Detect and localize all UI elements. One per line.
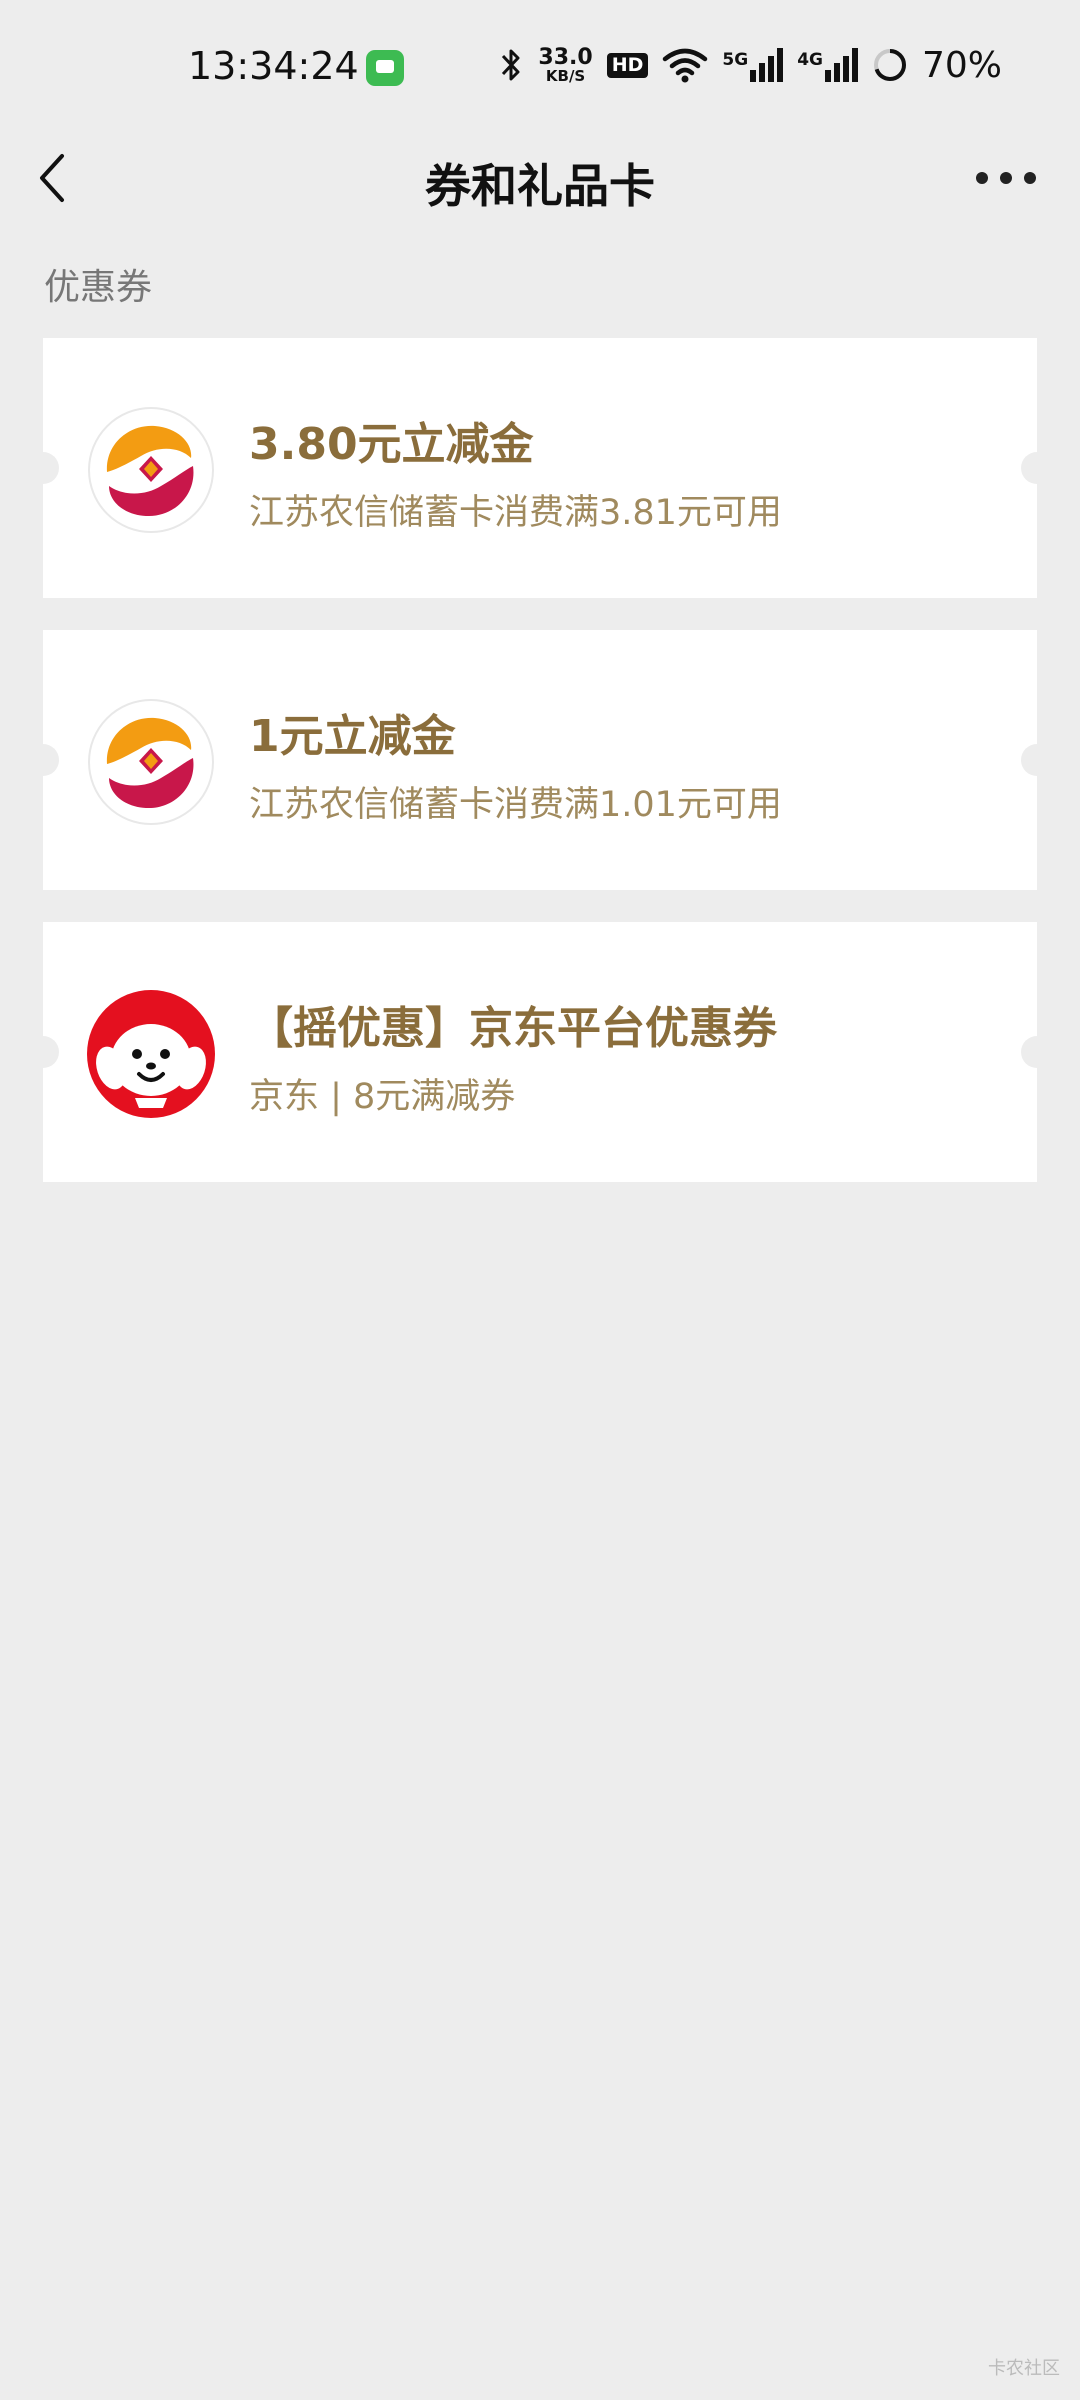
status-indicators: 33.0 KB/S HD 5G 4G 70% [498, 40, 1002, 90]
jd-mascot-icon [87, 990, 215, 1118]
bluetooth-icon [502, 49, 520, 81]
message-app-icon [366, 50, 404, 86]
watermark-text: 卡农社区 [988, 2358, 1060, 2379]
battery-icon [873, 49, 906, 81]
network-speed: 33.0 KB/S [538, 44, 593, 85]
coupon-title: 【摇优惠】京东平台优惠券 [249, 1003, 777, 1054]
more-options-icon[interactable] [976, 158, 1036, 198]
ticket-notch [27, 744, 59, 776]
ticket-notch [1021, 452, 1053, 484]
status-time: 13:34:24 [188, 44, 359, 88]
network-speed-value: 33.0 [538, 44, 593, 70]
signal-5g: 5G [722, 48, 784, 82]
ticket-notch [27, 452, 59, 484]
coupon-desc: 京东 | 8元满减券 [249, 1077, 516, 1117]
ticket-notch [1021, 1036, 1053, 1068]
network-speed-unit: KB/S [545, 66, 586, 85]
signal-bars-icon [824, 48, 858, 82]
wifi-icon [663, 48, 708, 83]
status-bar: 13:34:24 33.0 KB/S HD 5G 4G 70% [0, 0, 1080, 130]
ticket-notch [1021, 744, 1053, 776]
ticket-notch [27, 1036, 59, 1068]
nav-header: 券和礼品卡 [0, 130, 1080, 230]
signal-4g-label: 4G [797, 50, 823, 70]
coupon-desc: 江苏农信储蓄卡消费满1.01元可用 [249, 785, 782, 825]
coupon-card[interactable]: 3.80元立减金 江苏农信储蓄卡消费满3.81元可用 [27, 338, 1053, 598]
coupon-card[interactable]: 1元立减金 江苏农信储蓄卡消费满1.01元可用 [27, 630, 1053, 890]
signal-4g: 4G [797, 48, 858, 82]
coupon-list: 3.80元立减金 江苏农信储蓄卡消费满3.81元可用 1元立减金 江苏农信储蓄卡… [27, 338, 1053, 1214]
coupon-title: 1元立减金 [249, 711, 456, 762]
signal-5g-label: 5G [722, 50, 749, 70]
coupon-desc: 江苏农信储蓄卡消费满3.81元可用 [249, 493, 782, 533]
signal-bars-icon [750, 48, 784, 82]
bank-logo-icon [88, 699, 214, 825]
bank-logo-icon [88, 407, 214, 533]
coupon-title: 3.80元立减金 [249, 419, 534, 470]
battery-percent: 70% [921, 44, 1002, 86]
page-title: 券和礼品卡 [425, 159, 655, 213]
section-label-coupons: 优惠券 [44, 267, 153, 308]
coupon-card[interactable]: 【摇优惠】京东平台优惠券 京东 | 8元满减券 [27, 922, 1053, 1182]
hd-voice-icon: HD [606, 52, 649, 78]
